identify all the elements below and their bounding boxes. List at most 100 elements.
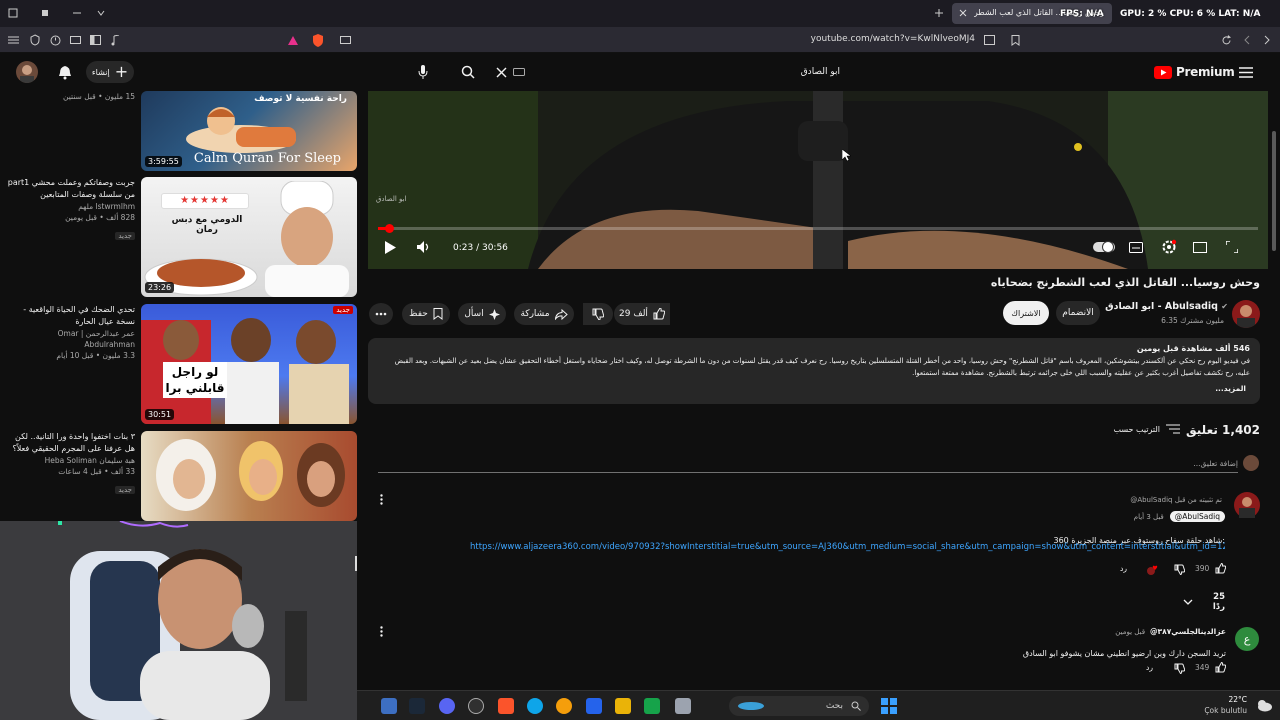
thumbnail-text: لو راجل قابلني برا bbox=[163, 362, 227, 398]
dislike-button[interactable] bbox=[583, 303, 613, 325]
thumbnail-text: Calm Quran For Sleep bbox=[193, 151, 341, 166]
video-player[interactable]: ابو الصادق 0:23 / 30:56 bbox=[368, 91, 1268, 269]
reload-icon[interactable] bbox=[1219, 33, 1233, 47]
forward-icon[interactable] bbox=[1260, 33, 1274, 47]
show-replies-button[interactable]: 25 ردًا bbox=[1183, 592, 1225, 612]
autoplay-toggle-icon[interactable] bbox=[1093, 240, 1115, 254]
channel-avatar[interactable] bbox=[1232, 300, 1260, 328]
task-view-icon[interactable] bbox=[675, 698, 691, 714]
translate-icon[interactable] bbox=[982, 33, 996, 47]
description-box[interactable]: 546 ألف مشاهدة قبل يومين في فيديو اليوم … bbox=[368, 338, 1260, 404]
brave-rewards-icon[interactable] bbox=[286, 33, 300, 47]
progress-bar[interactable] bbox=[378, 227, 1258, 230]
obs-app-icon[interactable] bbox=[468, 698, 484, 714]
windows-start-icon[interactable] bbox=[881, 698, 897, 714]
mail-app-icon[interactable] bbox=[586, 698, 602, 714]
subtitles-icon[interactable] bbox=[1128, 240, 1144, 254]
recommendation-thumbnail[interactable]: راحة نفسية لا توصف Calm Quran For Sleep … bbox=[141, 91, 357, 171]
search-icon[interactable] bbox=[458, 62, 478, 82]
like-button[interactable]: 29 ألف bbox=[614, 303, 670, 325]
recommendation-meta[interactable]: تحدي الضحك في الحياة الواقعية - نسخة عيا… bbox=[7, 304, 135, 361]
tabs-icon[interactable] bbox=[68, 33, 82, 47]
comment-author[interactable]: @عزالدينالجلسي٣٨٧ bbox=[1150, 627, 1226, 636]
bookmark-icon[interactable] bbox=[1008, 33, 1022, 47]
subscribe-button[interactable]: الاشتراك bbox=[1003, 301, 1049, 325]
comment-author-avatar[interactable] bbox=[1234, 492, 1260, 518]
reader-mode-icon[interactable] bbox=[338, 33, 352, 47]
edge-app-icon[interactable] bbox=[527, 698, 543, 714]
avatar[interactable] bbox=[16, 61, 38, 83]
notifications-bell-icon[interactable] bbox=[56, 63, 74, 81]
comment-author-chip[interactable]: @AbulSadiq bbox=[1169, 511, 1225, 522]
comment-like-button[interactable]: 390 bbox=[1195, 563, 1227, 574]
settings-gear-icon[interactable] bbox=[1160, 239, 1178, 255]
address-bar[interactable]: youtube.com/watch?v=KwlNlveoMJ4 bbox=[700, 34, 975, 44]
play-icon[interactable] bbox=[382, 239, 398, 255]
tab-icon[interactable] bbox=[38, 6, 52, 20]
channel-name-row[interactable]: ابو الصادق - Abulsadiq ✔ bbox=[1100, 301, 1228, 312]
search-highlight-icon bbox=[738, 702, 764, 710]
streamer-webcam-illustration bbox=[0, 521, 357, 720]
comment-reply-button[interactable]: رد bbox=[1146, 663, 1153, 672]
sidebar-icon[interactable] bbox=[88, 33, 102, 47]
youtube-logo[interactable]: Premium bbox=[1154, 65, 1235, 79]
discord-app-icon[interactable] bbox=[439, 698, 455, 714]
comment-author-avatar[interactable]: ع bbox=[1235, 627, 1259, 651]
guide-menu-icon[interactable] bbox=[1237, 63, 1255, 81]
keyboard-icon[interactable] bbox=[512, 66, 526, 78]
app-icon[interactable] bbox=[644, 698, 660, 714]
new-tab-plus-icon[interactable] bbox=[932, 6, 946, 20]
clear-search-icon[interactable] bbox=[492, 62, 510, 82]
recommendation-thumbnail[interactable] bbox=[141, 431, 357, 521]
comment-dislike-icon[interactable] bbox=[1173, 563, 1185, 575]
add-comment-input[interactable]: إضافة تعليق... bbox=[378, 459, 1238, 468]
volume-icon[interactable] bbox=[415, 239, 433, 255]
weather-cloud-icon[interactable] bbox=[1255, 698, 1273, 712]
comment-like-button[interactable]: 349 bbox=[1195, 662, 1227, 673]
share-button[interactable]: مشاركة bbox=[514, 303, 574, 325]
back-icon[interactable] bbox=[1240, 33, 1254, 47]
sort-button[interactable]: الترتيب حسب bbox=[1100, 421, 1180, 437]
theater-mode-icon[interactable] bbox=[1192, 240, 1208, 254]
recommendation-meta[interactable]: جربت وصفاتكم وعملت محشي part1 من سلسلة و… bbox=[7, 177, 135, 242]
join-button[interactable]: الانضمام bbox=[1056, 301, 1100, 325]
save-button[interactable]: حفظ bbox=[402, 303, 450, 325]
shield-icon[interactable] bbox=[28, 33, 42, 47]
brave-app-icon[interactable] bbox=[498, 698, 514, 714]
recommendation-meta[interactable]: 15 مليون • قبل سنتين bbox=[7, 91, 135, 102]
progress-scrubber[interactable] bbox=[384, 224, 394, 233]
fullscreen-icon[interactable] bbox=[1224, 240, 1240, 254]
steam-app-icon[interactable] bbox=[409, 698, 425, 714]
history-icon[interactable] bbox=[48, 33, 62, 47]
recommendation-thumbnail[interactable]: ★★★★★ الدومي مع دبس رمان 23:26 bbox=[141, 177, 357, 297]
hamburger-icon[interactable] bbox=[6, 33, 20, 47]
recommendation-thumbnail[interactable]: لو راجل قابلني برا جديد 30:51 bbox=[141, 304, 357, 424]
recommendation-meta[interactable]: ٣ بنات اختفوا واحدة ورا التانية.. لكن هل… bbox=[7, 431, 135, 496]
music-icon[interactable] bbox=[108, 33, 122, 47]
comment-link[interactable]: https://www.aljazeera360.com/video/97093… bbox=[470, 542, 1225, 552]
taskbar-search[interactable]: بحث bbox=[729, 696, 869, 716]
scrollbar-thumb[interactable] bbox=[1272, 131, 1276, 251]
minimize-icon[interactable] bbox=[70, 6, 84, 20]
comment-dislike-icon[interactable] bbox=[1173, 662, 1185, 674]
share-label: مشاركة bbox=[520, 309, 550, 319]
settings-app-icon[interactable] bbox=[381, 698, 397, 714]
recommendation-channel: lstwrmlhm ملهم bbox=[78, 202, 135, 211]
comment-reply-button[interactable]: رد bbox=[1120, 564, 1127, 573]
brave-shield-icon[interactable] bbox=[310, 32, 326, 48]
microphone-icon[interactable] bbox=[413, 62, 433, 82]
chevron-down-icon[interactable] bbox=[94, 6, 108, 20]
chrome-app-icon[interactable] bbox=[556, 698, 572, 714]
close-tab-icon[interactable] bbox=[957, 7, 969, 19]
ask-button[interactable]: اسأل bbox=[458, 303, 506, 325]
verified-check-icon: ✔ bbox=[1221, 302, 1228, 311]
more-actions-button[interactable] bbox=[369, 303, 393, 325]
comment-menu-icon[interactable] bbox=[376, 624, 386, 638]
search-input[interactable] bbox=[530, 62, 840, 82]
show-more-link[interactable]: ...المزيد bbox=[1215, 384, 1246, 393]
comment-menu-icon[interactable] bbox=[376, 492, 386, 506]
page-scrollbar[interactable] bbox=[1271, 91, 1277, 690]
file-explorer-icon[interactable] bbox=[615, 698, 631, 714]
create-button[interactable]: + إنشاء bbox=[86, 61, 134, 83]
browser-menu-icon[interactable] bbox=[6, 6, 20, 20]
